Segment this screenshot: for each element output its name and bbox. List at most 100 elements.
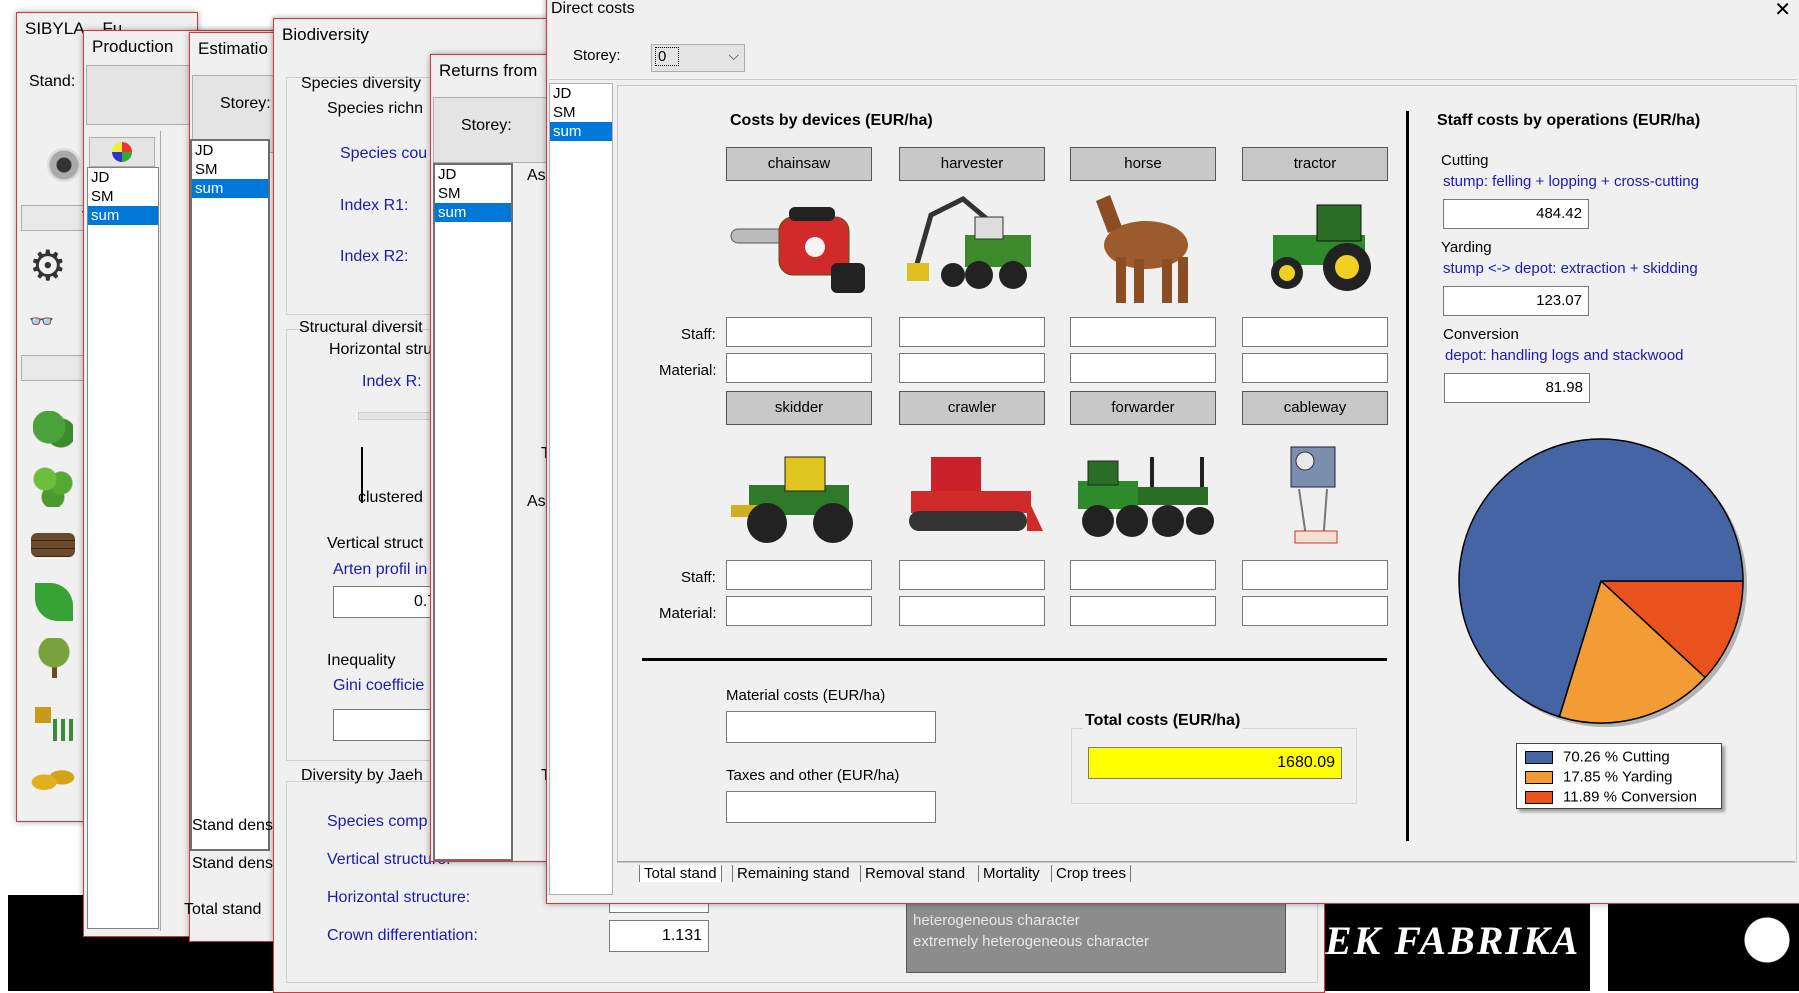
crawler-icon — [909, 457, 1043, 531]
list-item[interactable]: JD — [88, 168, 158, 187]
gini-coefficient-label: Gini coefficie — [333, 677, 425, 694]
sibyla-title: SIBYLA — [25, 19, 84, 38]
chevron-down-icon: ⌵ — [728, 47, 739, 63]
forwarder-icon — [1078, 457, 1214, 537]
stand-density-label-2: Stand dens — [192, 855, 273, 872]
cableway-staff-field[interactable] — [1242, 560, 1388, 590]
forwarder-button[interactable]: forwarder — [1070, 391, 1216, 425]
chainsaw-staff-field[interactable] — [726, 317, 872, 347]
crawler-staff-field[interactable] — [899, 560, 1045, 590]
forwarder-material-field[interactable] — [1070, 596, 1216, 626]
storey-select[interactable]: 0 ⌵ — [651, 44, 745, 72]
horizontal-structure-group-label: Horizontal stru — [329, 341, 433, 358]
jaehne-legend: heterogeneous character extremely hetero… — [906, 901, 1286, 973]
op-cutting-field[interactable]: 484.42 — [1443, 199, 1589, 229]
finance-chart-icon[interactable] — [31, 699, 75, 741]
storey-list[interactable]: JD SM sum — [549, 83, 613, 895]
returns-title: Returns from — [439, 61, 538, 80]
list-item[interactable]: JD — [192, 141, 268, 160]
coins-icon[interactable] — [31, 763, 75, 795]
glasses-icon[interactable]: 👓 — [29, 312, 75, 332]
stand-label: Stand: — [29, 73, 76, 90]
cableway-icon — [1290, 446, 1338, 544]
list-item-selected[interactable]: sum — [550, 122, 612, 141]
crawler-material-field[interactable] — [899, 596, 1045, 626]
tree-health-icon[interactable] — [35, 638, 73, 678]
species-richness-label: Species richn — [327, 100, 424, 117]
horse-staff-field[interactable] — [1070, 317, 1216, 347]
returns-storey-label: Storey: — [461, 117, 512, 134]
chainsaw-button[interactable]: chainsaw — [726, 147, 872, 181]
cableway-button[interactable]: cableway — [1242, 391, 1388, 425]
material-costs-field[interactable] — [726, 711, 936, 743]
horse-button[interactable]: horse — [1070, 147, 1216, 181]
crawler-button[interactable]: crawler — [899, 391, 1045, 425]
returns-list[interactable]: JD SM sum — [433, 163, 513, 861]
op-yarding-field[interactable]: 123.07 — [1443, 286, 1589, 316]
total-costs-field[interactable]: 1680.09 — [1088, 747, 1342, 779]
chainsaw-material-field[interactable] — [726, 353, 872, 383]
tree-icon[interactable] — [33, 411, 73, 451]
banner-text: EK FABRIKA — [1325, 918, 1581, 963]
list-item-selected[interactable]: sum — [88, 206, 158, 225]
harvester-button[interactable]: harvester — [899, 147, 1045, 181]
list-item[interactable]: JD — [550, 84, 612, 103]
horizontal-structure-label: Horizontal structure: — [327, 889, 471, 906]
tab-crop-trees[interactable]: Crop trees — [1051, 865, 1132, 882]
tractor-staff-field[interactable] — [1242, 317, 1388, 347]
eye-icon[interactable] — [47, 148, 81, 182]
list-item[interactable]: SM — [435, 184, 511, 203]
list-item-selected[interactable]: sum — [435, 203, 511, 222]
crown-differentiation-field[interactable]: 1.131 — [609, 920, 709, 952]
staff-label-row1: Staff: — [681, 326, 716, 343]
direct-costs-title: Direct costs — [551, 0, 635, 17]
horse-material-field[interactable] — [1070, 353, 1216, 383]
op-cutting-name: Cutting — [1441, 152, 1489, 169]
storey-label: Storey: — [573, 47, 621, 64]
tab-mortality[interactable]: Mortality — [978, 865, 1044, 882]
forwarder-staff-field[interactable] — [1070, 560, 1216, 590]
tractor-material-field[interactable] — [1242, 353, 1388, 383]
gear-icon[interactable]: ⚙ — [29, 243, 75, 289]
tab-total-stand-active[interactable]: Total stand — [639, 865, 722, 882]
material-label-row1: Material: — [659, 362, 717, 379]
tab-removal-stand[interactable]: Removal stand — [860, 865, 969, 882]
list-item[interactable]: SM — [550, 103, 612, 122]
arten-profil-label: Arten profil in — [333, 561, 428, 578]
crowns-icon[interactable] — [33, 467, 73, 507]
structural-diversity-label: Structural diversit — [299, 319, 423, 336]
legend-row-cutting: 70.26 % Cutting — [1525, 748, 1670, 766]
legend-label: 70.26 % Cutting — [1563, 748, 1670, 766]
op-conversion-desc: depot: handling logs and stackwood — [1445, 347, 1684, 364]
harvester-material-field[interactable] — [899, 353, 1045, 383]
tab-remaining-stand[interactable]: Remaining stand — [732, 865, 854, 882]
close-icon[interactable]: ✕ — [1774, 0, 1791, 22]
list-item-selected[interactable]: sum — [192, 179, 268, 198]
harvester-staff-field[interactable] — [899, 317, 1045, 347]
op-conversion-name: Conversion — [1443, 326, 1519, 343]
crown-differentiation-label: Crown differentiation: — [327, 927, 478, 944]
estimation-list[interactable]: JD SM sum — [190, 139, 270, 851]
diversity-jaehne-label: Diversity by Jaeh — [301, 767, 423, 784]
staff-costs-pie-chart — [1458, 438, 1747, 727]
list-item[interactable]: JD — [435, 165, 511, 184]
list-item[interactable]: SM — [192, 160, 268, 179]
logs-icon[interactable] — [31, 533, 75, 557]
taxes-field[interactable] — [726, 791, 936, 823]
skidder-staff-field[interactable] — [726, 560, 872, 590]
section-divider — [642, 658, 1387, 661]
list-item[interactable]: SM — [88, 187, 158, 206]
skidder-button[interactable]: skidder — [726, 391, 872, 425]
material-costs-label: Material costs (EUR/ha) — [726, 687, 886, 704]
silhouette-logo — [1725, 905, 1795, 975]
legend-swatch — [1525, 790, 1553, 804]
op-conversion-field[interactable]: 81.98 — [1444, 373, 1590, 403]
production-list[interactable]: JD SM sum — [87, 167, 159, 929]
tab-total-stand[interactable]: Total stand — [184, 901, 261, 919]
globe-button[interactable] — [89, 137, 155, 167]
tractor-button[interactable]: tractor — [1242, 147, 1388, 181]
skidder-material-field[interactable] — [726, 596, 872, 626]
cableway-material-field[interactable] — [1242, 596, 1388, 626]
leaf-icon[interactable] — [35, 583, 73, 621]
legend-row-yarding: 17.85 % Yarding — [1525, 768, 1673, 786]
